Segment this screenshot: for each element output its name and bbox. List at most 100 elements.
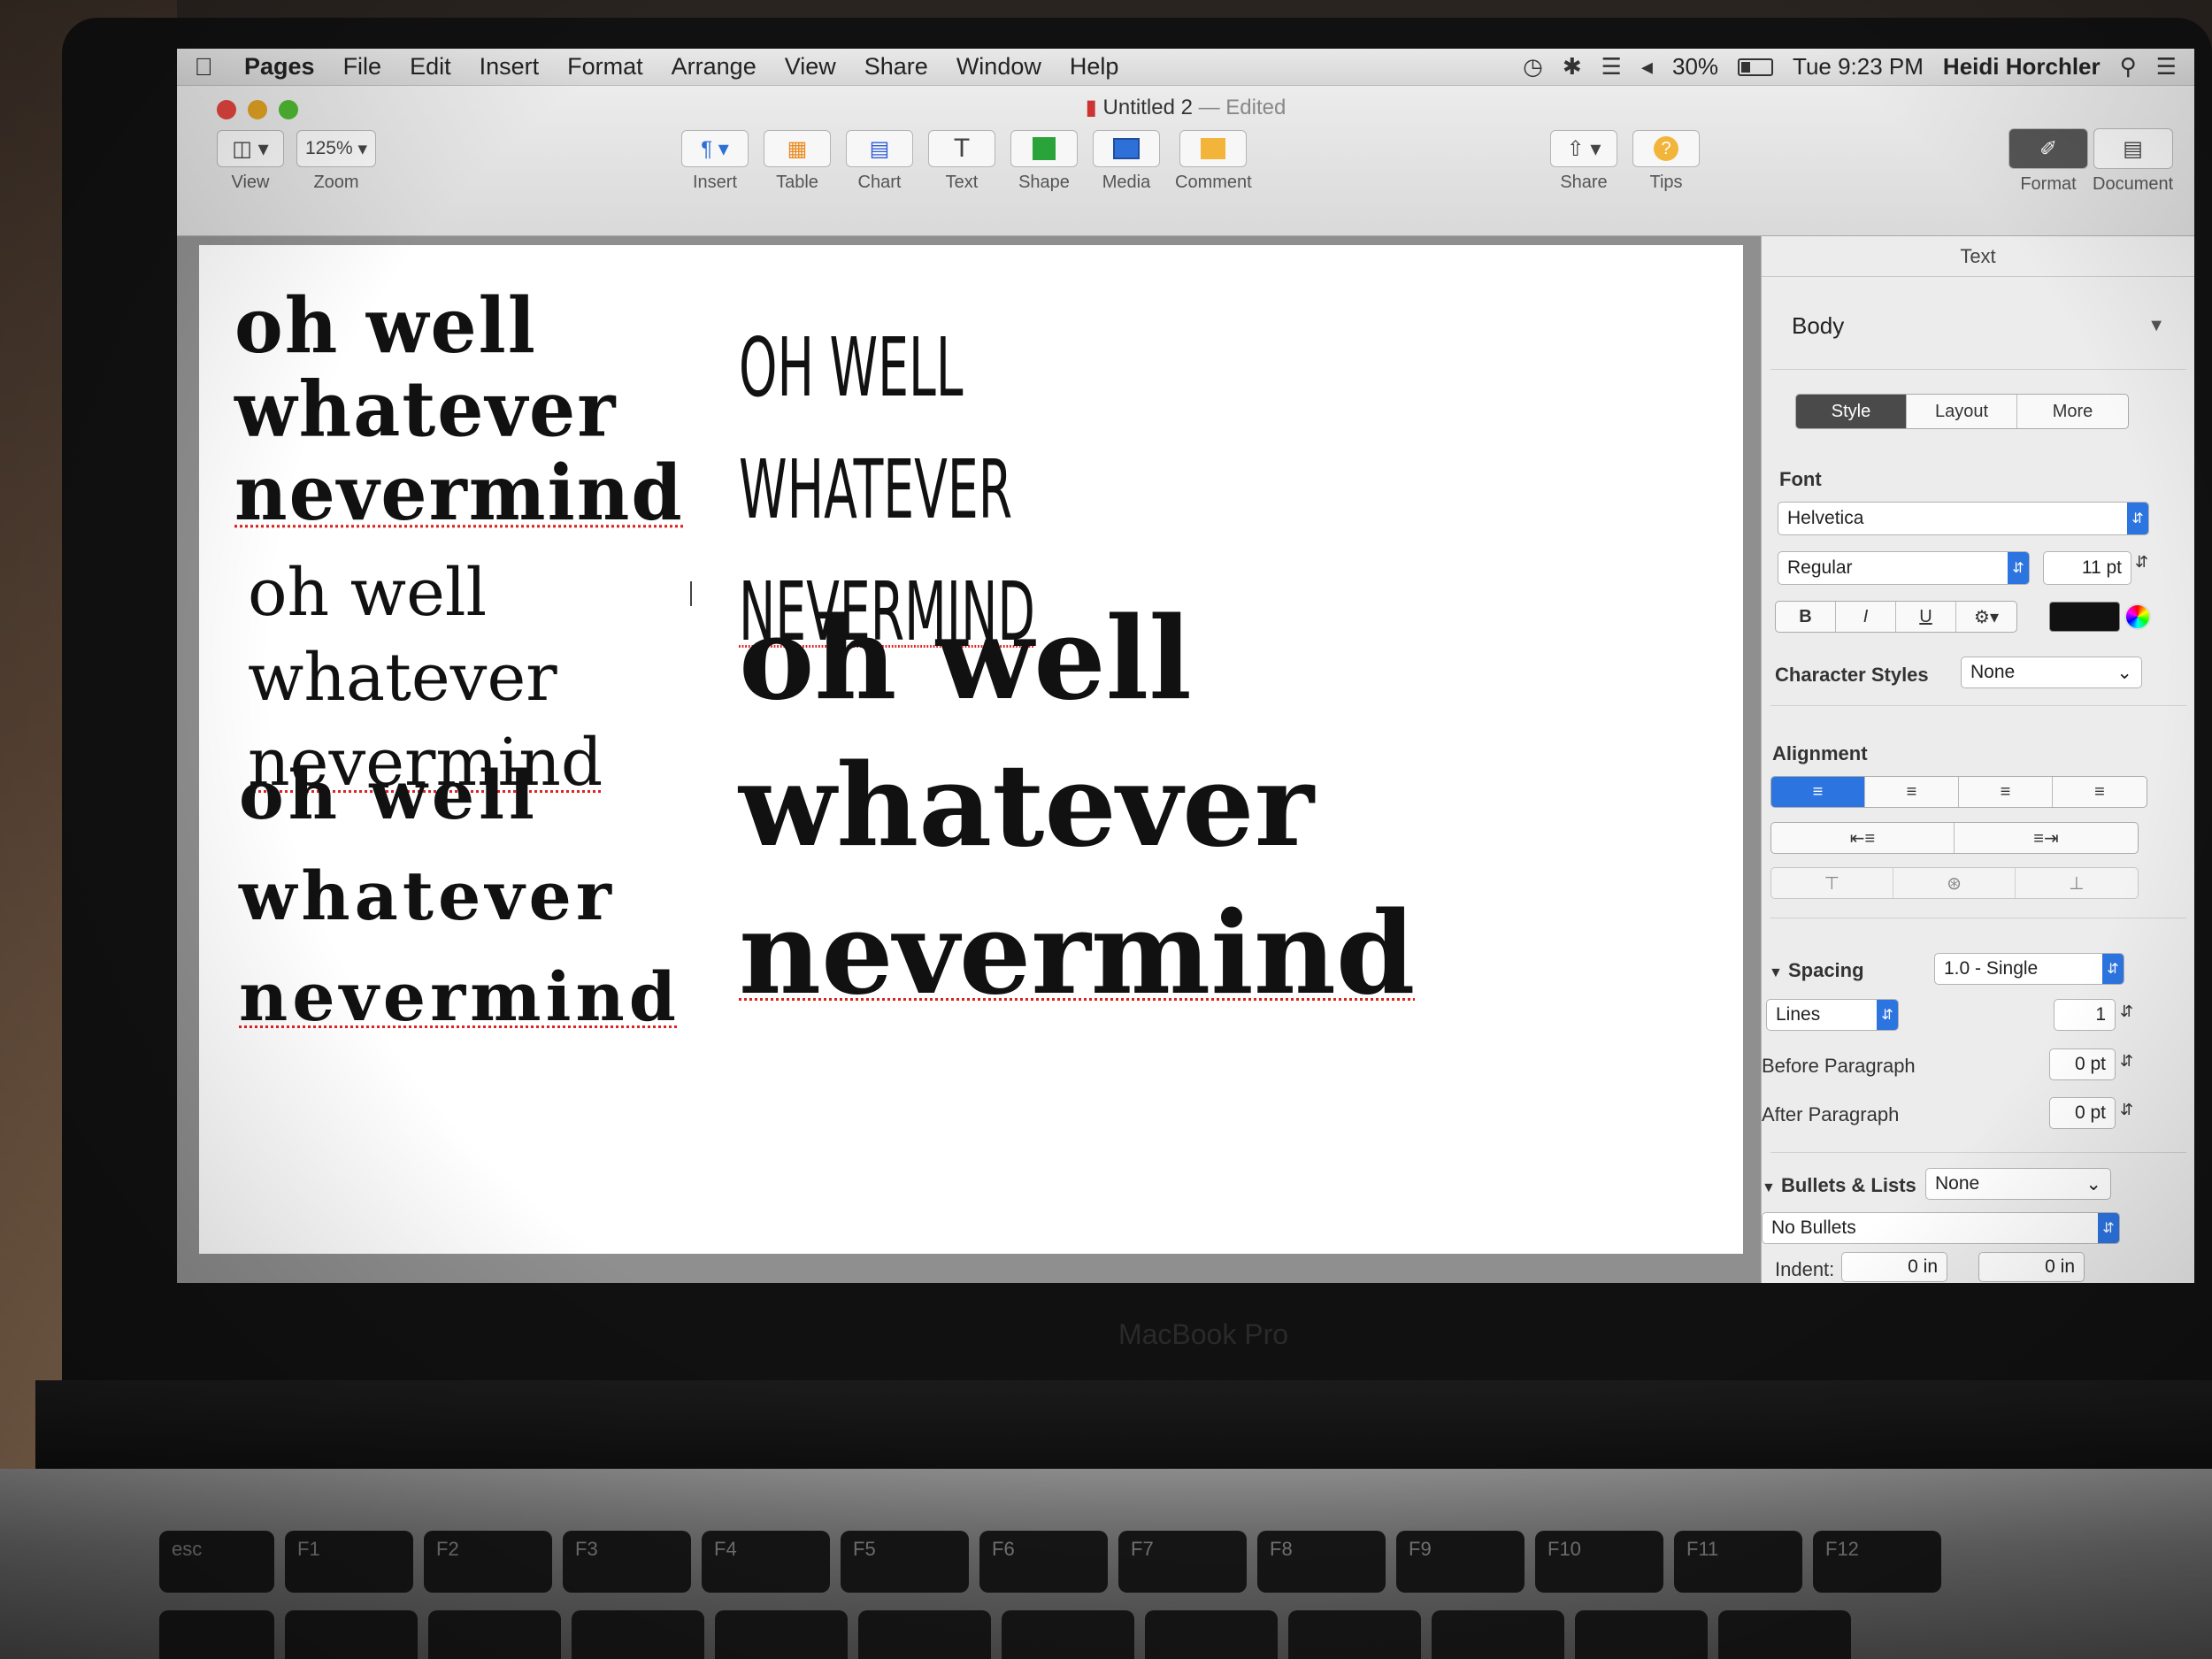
- volume-icon[interactable]: ◂: [1641, 53, 1653, 81]
- font-size-field[interactable]: 11 pt: [2043, 551, 2131, 585]
- align-left-icon[interactable]: ≡: [1771, 777, 1865, 807]
- decrease-indent-icon[interactable]: ⇤≡: [1771, 823, 1955, 853]
- key-f11: F11: [1674, 1531, 1802, 1593]
- document-edited-status: — Edited: [1198, 96, 1286, 119]
- share-button[interactable]: ⇧ ▾ Share: [1550, 130, 1617, 193]
- before-paragraph-field[interactable]: 0 pt: [2049, 1048, 2116, 1080]
- tab-style[interactable]: Style: [1796, 395, 1907, 428]
- font-typeface-popup[interactable]: Regular ⇵: [1778, 551, 2030, 585]
- menu-view[interactable]: View: [771, 53, 850, 81]
- spacing-section-toggle[interactable]: ▼ Spacing: [1769, 959, 1864, 982]
- popup-arrows-icon: ⇵: [2102, 954, 2124, 984]
- indent-field-2[interactable]: 0 in: [1978, 1252, 2085, 1282]
- font-typeface-value: Regular: [1787, 557, 1853, 578]
- battery-icon[interactable]: [1738, 58, 1774, 76]
- alignment-section-label: Alignment: [1772, 742, 1868, 764]
- media-button[interactable]: Media: [1093, 130, 1160, 193]
- bullets-popup[interactable]: None ⌄: [1925, 1168, 2111, 1200]
- tips-glyph: ?: [1654, 136, 1678, 161]
- comment-button[interactable]: Comment: [1175, 130, 1252, 193]
- text-color-well[interactable]: [2049, 602, 2120, 632]
- table-button[interactable]: ▦ Table: [764, 130, 831, 193]
- bullets-section-toggle[interactable]: ▼ Bullets & Lists: [1762, 1174, 1916, 1197]
- tab-layout[interactable]: Layout: [1907, 395, 2017, 428]
- after-paragraph-field[interactable]: 0 pt: [2049, 1097, 2116, 1129]
- align-justify-icon[interactable]: ≡: [2053, 777, 2147, 807]
- format-inspector-button[interactable]: ✐ Format: [2008, 128, 2088, 195]
- tips-button[interactable]: ? Tips: [1632, 130, 1700, 193]
- key-f7: F7: [1118, 1531, 1247, 1593]
- chart-button[interactable]: ▤ Chart: [846, 130, 913, 193]
- paragraph-style-value: Body: [1792, 311, 1845, 339]
- align-top-icon[interactable]: ⊤: [1771, 868, 1893, 898]
- text-block-stencil[interactable]: oh well whatever nevermind: [234, 288, 684, 531]
- bullet-style-popup[interactable]: No Bullets ⇵: [1762, 1212, 2120, 1244]
- menu-help[interactable]: Help: [1056, 53, 1133, 81]
- lines-value: Lines: [1776, 1004, 1821, 1025]
- screen:  Pages File Edit Insert Format Arrange …: [177, 49, 2194, 1283]
- menu-insert[interactable]: Insert: [465, 53, 554, 81]
- menu-window[interactable]: Window: [942, 53, 1056, 81]
- spotlight-icon[interactable]: ⚲: [2120, 53, 2137, 81]
- share-icon: ⇧ ▾: [1550, 130, 1617, 167]
- table-label: Table: [776, 173, 818, 192]
- text-line: oh well: [739, 593, 1192, 726]
- menu-pages[interactable]: Pages: [230, 53, 329, 81]
- text-line: whatever: [248, 640, 557, 717]
- document-page[interactable]: oh well whatever nevermind OH WELL WHATE…: [199, 245, 1743, 1254]
- underline-button[interactable]: U: [1896, 602, 1956, 632]
- menubar-clock[interactable]: Tue 9:23 PM: [1793, 53, 1924, 81]
- before-paragraph-stepper-icon[interactable]: ⇵: [2120, 1052, 2133, 1071]
- font-family-popup[interactable]: Helvetica ⇵: [1778, 502, 2149, 535]
- paragraph-style-popup[interactable]: Body ▼: [1779, 295, 2177, 357]
- lines-popup[interactable]: Lines ⇵: [1766, 999, 1899, 1031]
- indent-buttons: ⇤≡ ≡⇥: [1770, 822, 2139, 854]
- align-middle-icon[interactable]: ⊛: [1893, 868, 2016, 898]
- document-canvas: oh well whatever nevermind OH WELL WHATE…: [177, 236, 1761, 1283]
- line-spacing-stepper-icon[interactable]: ⇵: [2120, 1002, 2133, 1021]
- spacing-popup[interactable]: 1.0 - Single ⇵: [1934, 953, 2124, 985]
- key-f10: F10: [1535, 1531, 1663, 1593]
- align-bottom-icon[interactable]: ⊥: [2016, 868, 2138, 898]
- menubar-user[interactable]: Heidi Horchler: [1943, 53, 2101, 81]
- insert-label: Insert: [692, 173, 738, 192]
- inspector-tab-text[interactable]: Text: [1762, 236, 2194, 277]
- popup-arrows-icon: ⇵: [2098, 1213, 2119, 1243]
- document-inspector-button[interactable]: ▤ Document: [2093, 128, 2173, 195]
- shape-button[interactable]: Shape: [1010, 130, 1078, 193]
- color-wheel-icon[interactable]: [2124, 603, 2151, 630]
- menu-format[interactable]: Format: [553, 53, 657, 81]
- indent-value-1: 0 in: [1908, 1256, 1938, 1277]
- align-right-icon[interactable]: ≡: [1959, 777, 2053, 807]
- menu-arrange[interactable]: Arrange: [657, 53, 771, 81]
- menu-edit[interactable]: Edit: [396, 53, 465, 81]
- align-center-icon[interactable]: ≡: [1865, 777, 1959, 807]
- text-line: nevermind: [739, 887, 1416, 1020]
- font-size-stepper-icon[interactable]: ⇵: [2135, 553, 2148, 572]
- indent-field-1[interactable]: 0 in: [1841, 1252, 1947, 1282]
- menu-share[interactable]: Share: [850, 53, 942, 81]
- time-machine-icon[interactable]: ◷: [1523, 53, 1543, 81]
- window-toolbar: ▮ Untitled 2 — Edited ◫ ▾ View 125% ▾ Zo…: [177, 86, 2194, 236]
- tab-more[interactable]: More: [2017, 395, 2128, 428]
- zoom-popup[interactable]: 125% ▾ Zoom: [296, 130, 376, 193]
- line-spacing-field[interactable]: 1: [2054, 999, 2116, 1031]
- text-button[interactable]: T Text: [928, 130, 995, 193]
- notification-center-icon[interactable]: ☰: [2156, 53, 2177, 81]
- zoom-label: Zoom: [313, 173, 359, 192]
- italic-button[interactable]: I: [1836, 602, 1896, 632]
- bold-button[interactable]: B: [1776, 602, 1836, 632]
- key: [428, 1610, 561, 1659]
- insert-button[interactable]: ¶ ▾ Insert: [681, 130, 749, 193]
- increase-indent-icon[interactable]: ≡⇥: [1955, 823, 2138, 853]
- bluetooth-icon[interactable]: ✱: [1563, 53, 1582, 81]
- view-button[interactable]: ◫ ▾ View: [217, 130, 284, 193]
- character-styles-popup[interactable]: None ⌄: [1961, 657, 2142, 688]
- text-block-heavy-serif[interactable]: oh well whatever nevermind: [739, 586, 1415, 1027]
- menu-file[interactable]: File: [329, 53, 396, 81]
- after-paragraph-stepper-icon[interactable]: ⇵: [2120, 1101, 2133, 1119]
- text-block-wide-serif[interactable]: oh well whatever nevermind: [239, 745, 680, 1048]
- gear-icon[interactable]: ⚙▾: [1956, 602, 2016, 632]
- wifi-icon[interactable]: ☰: [1601, 53, 1622, 81]
- apple-menu-icon[interactable]: : [177, 53, 230, 81]
